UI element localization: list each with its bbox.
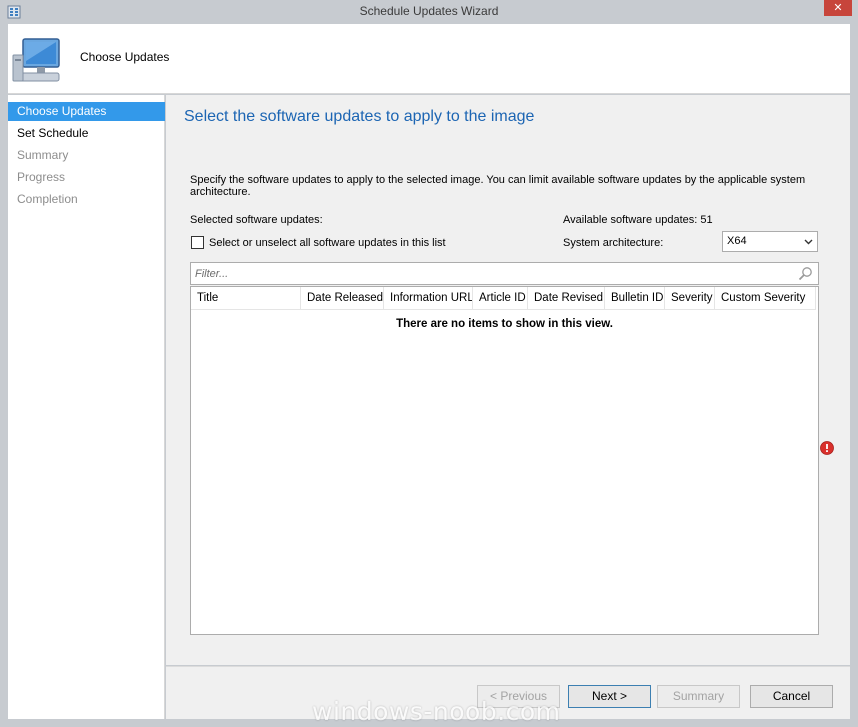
description-text: Specify the software updates to apply to…: [190, 174, 806, 198]
step-summary: Summary: [17, 148, 69, 162]
column-header-date-released[interactable]: Date Released: [301, 287, 384, 310]
page-heading: Select the software updates to apply to …: [184, 108, 535, 125]
title-bar: Schedule Updates Wizard ✕: [0, 0, 858, 24]
available-updates-label: Available software updates: 51: [563, 214, 713, 226]
system-architecture-value: X64: [727, 235, 747, 247]
watermark-text: windows-noob.com: [312, 697, 561, 726]
close-icon: ✕: [833, 1, 843, 14]
main-panel: Select the software updates to apply to …: [166, 95, 850, 665]
computer-icon: [12, 38, 60, 82]
selected-updates-label: Selected software updates:: [190, 214, 323, 226]
error-icon: [820, 441, 834, 455]
step-completion: Completion: [17, 192, 78, 206]
select-all-checkbox[interactable]: [191, 236, 204, 249]
column-header-article-id[interactable]: Article ID: [473, 287, 528, 310]
select-all-label[interactable]: Select or unselect all software updates …: [209, 237, 446, 249]
column-header-information-url[interactable]: Information URL: [384, 287, 473, 310]
filter-placeholder: Filter...: [195, 268, 229, 280]
step-progress: Progress: [17, 170, 66, 184]
column-header-custom-severity[interactable]: Custom Severity: [715, 287, 816, 310]
column-header-title[interactable]: Title: [191, 287, 301, 310]
column-header-bulletin-id[interactable]: Bulletin ID: [605, 287, 665, 310]
empty-list-message: There are no items to show in this view.: [396, 318, 613, 330]
close-button[interactable]: ✕: [824, 0, 852, 16]
updates-list-view[interactable]: Title Date Released Information URL Arti…: [190, 286, 819, 635]
window-title: Schedule Updates Wizard: [359, 4, 499, 18]
chevron-down-icon: [804, 239, 813, 245]
wizard-header: Choose Updates: [8, 24, 850, 94]
wizard-steps-sidebar: Choose Updates Set Schedule Summary Prog…: [8, 95, 165, 719]
system-architecture-select[interactable]: X64: [722, 231, 818, 252]
system-architecture-label: System architecture:: [563, 237, 664, 249]
summary-button: Summary: [657, 685, 740, 708]
next-button[interactable]: Next >: [568, 685, 651, 708]
cancel-button[interactable]: Cancel: [750, 685, 833, 708]
search-icon[interactable]: [798, 266, 813, 281]
column-header-date-revised[interactable]: Date Revised: [528, 287, 605, 310]
header-title: Choose Updates: [80, 50, 170, 64]
step-set-schedule[interactable]: Set Schedule: [8, 124, 165, 143]
wizard-window: Schedule Updates Wizard ✕ Choose Updates…: [0, 0, 858, 727]
column-header-severity[interactable]: Severity: [665, 287, 715, 310]
step-choose-updates[interactable]: Choose Updates: [8, 102, 165, 121]
filter-input[interactable]: Filter...: [190, 262, 819, 285]
